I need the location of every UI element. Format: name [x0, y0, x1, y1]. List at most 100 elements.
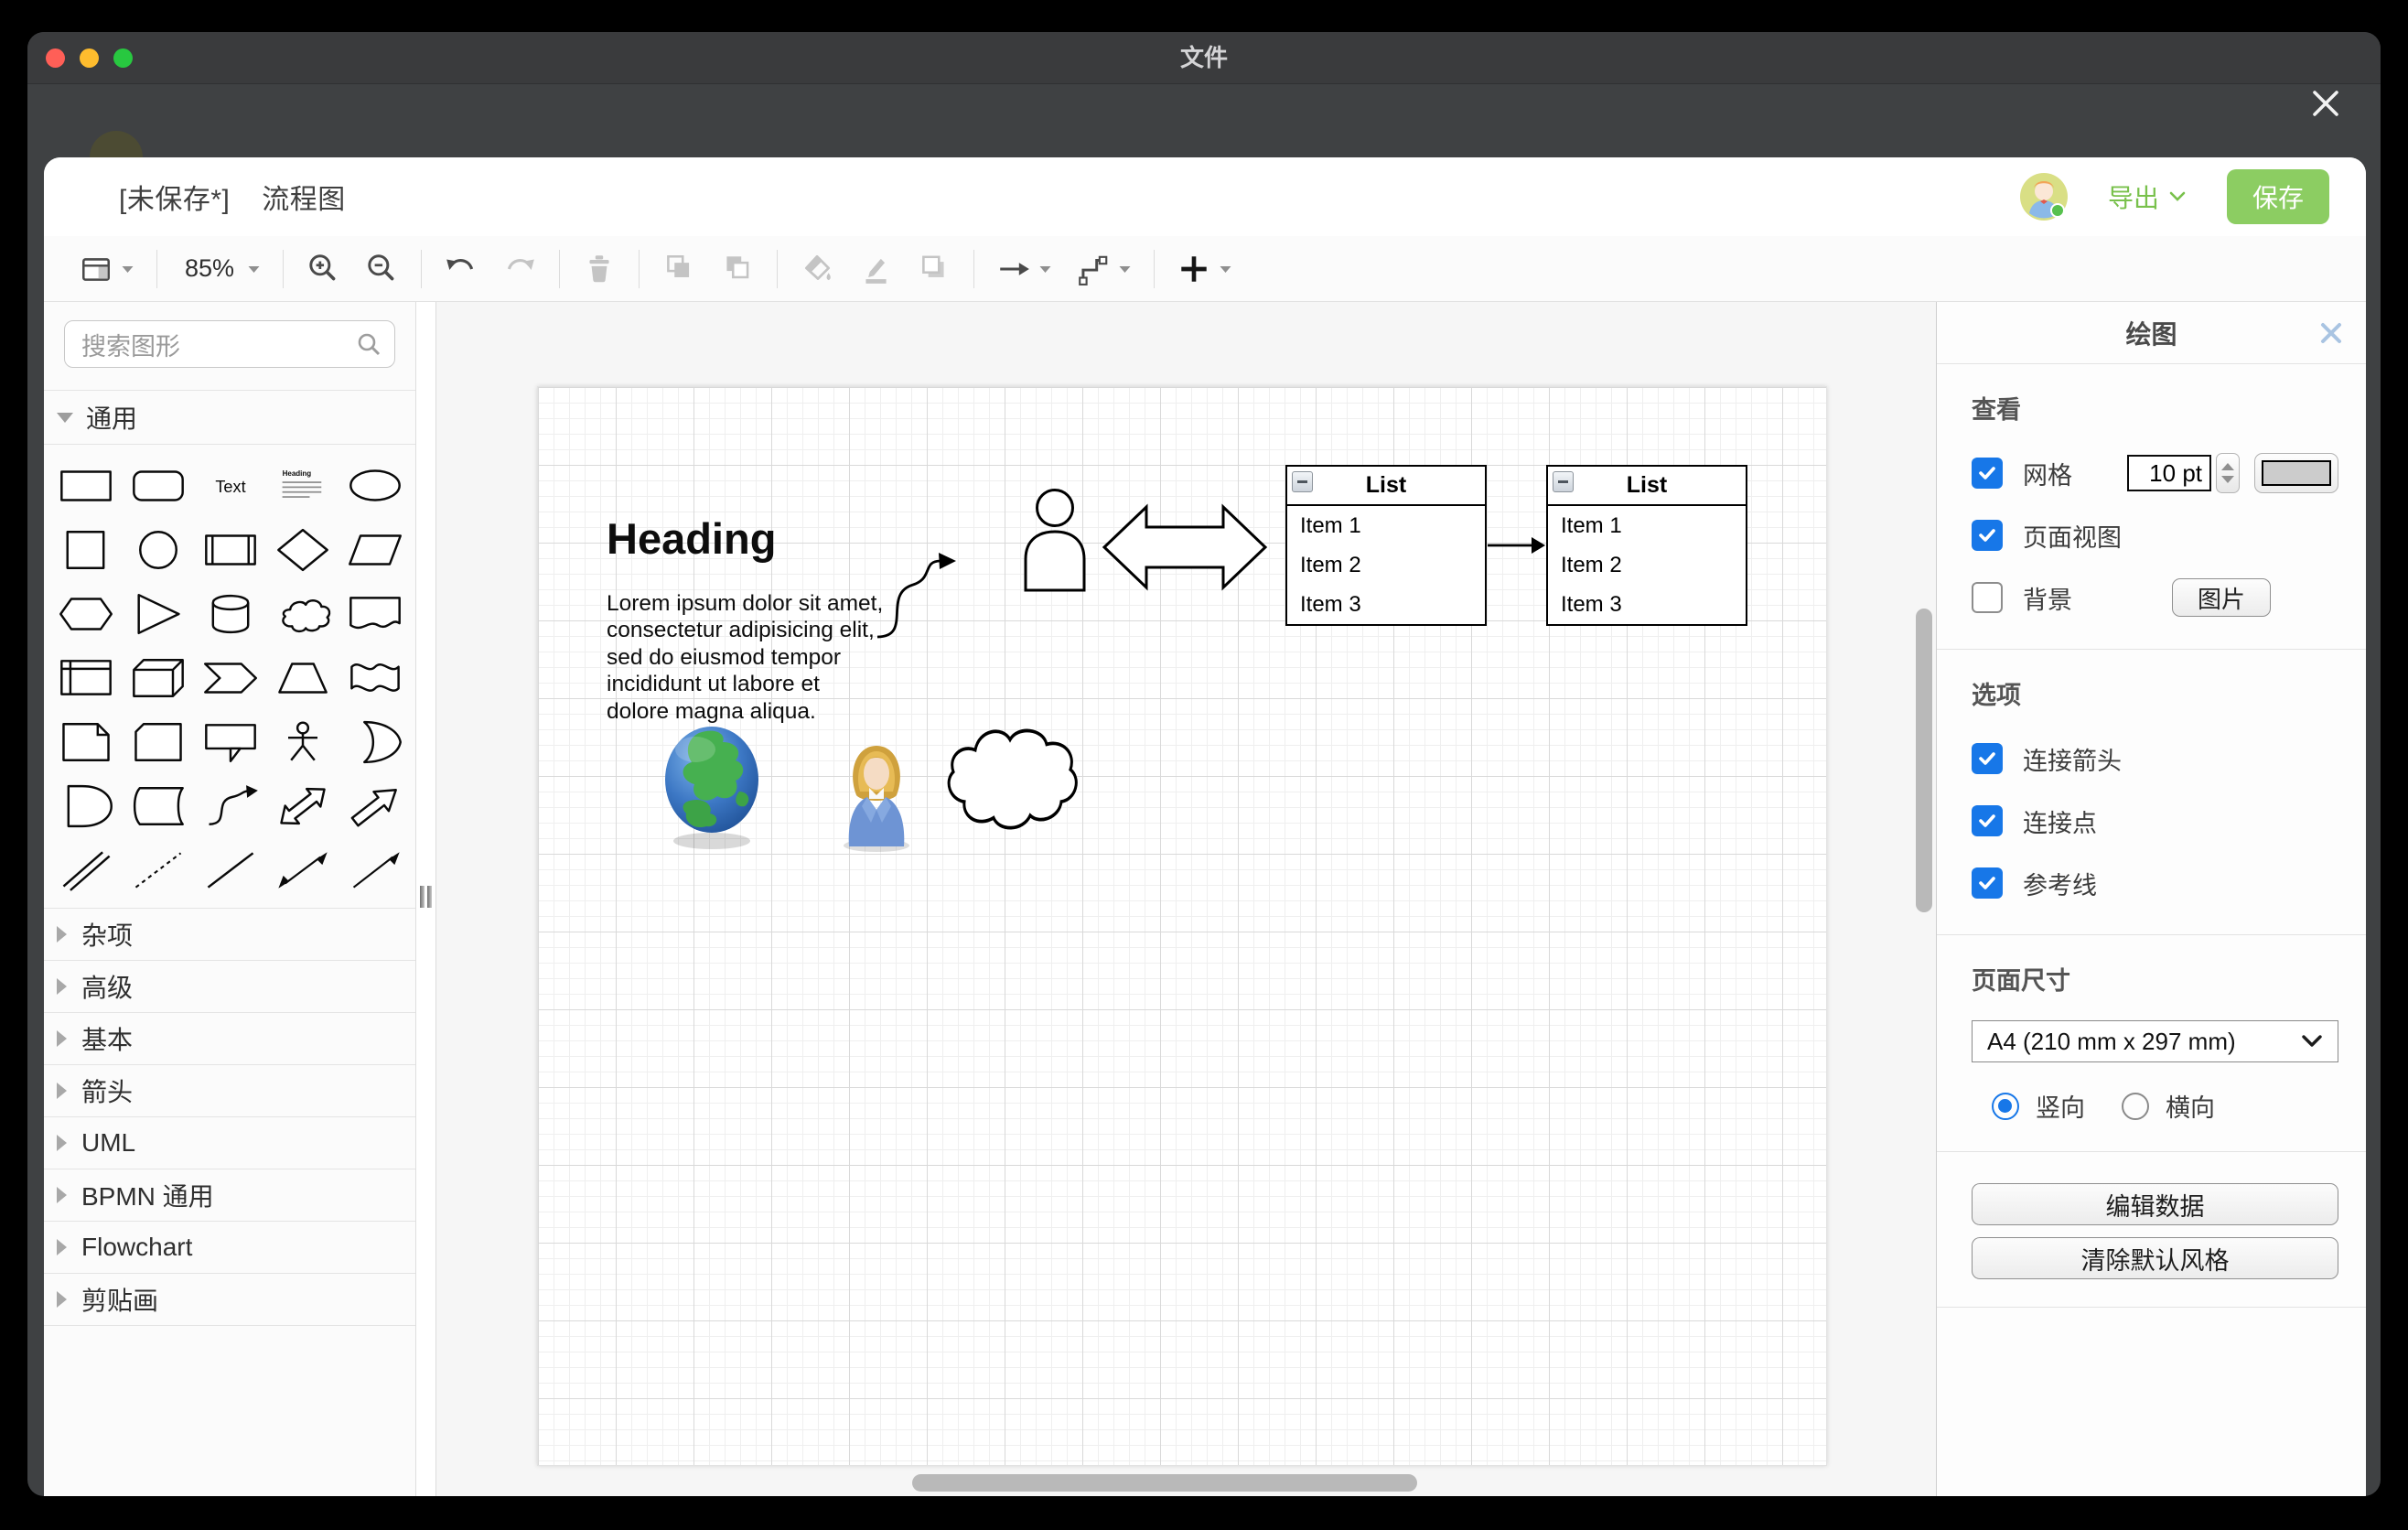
search-input[interactable]: 搜索图形 [64, 320, 395, 368]
sidebar-section-UML[interactable]: UML [44, 1116, 415, 1169]
list-shape[interactable]: ListItem 1Item 2Item 3 [1546, 465, 1747, 626]
palette-shape-diamond[interactable] [267, 522, 339, 578]
palette-shape-data-storage[interactable] [122, 778, 194, 835]
grid-size-input[interactable]: 10 pt [2127, 455, 2211, 491]
palette-shape-cube[interactable] [122, 650, 194, 706]
search-icon [356, 331, 382, 357]
clear-default-style-button[interactable]: 清除默认风格 [1972, 1237, 2338, 1279]
export-button[interactable]: 导出 [2108, 178, 2187, 215]
option-checkbox-连接点[interactable] [1972, 805, 2003, 836]
canvas-paragraph-text[interactable]: Lorem ipsum dolor sit amet, consectetur … [607, 590, 886, 725]
list-shape[interactable]: ListItem 1Item 2Item 3 [1285, 465, 1487, 626]
palette-shape-or[interactable] [339, 714, 412, 770]
palette-shape-rectangle[interactable] [49, 458, 122, 514]
palette-shape-square[interactable] [49, 522, 122, 578]
palette-shape-line[interactable] [194, 842, 266, 899]
palette-shape-and[interactable] [49, 778, 122, 835]
palette-shape-hexagon[interactable] [49, 586, 122, 642]
businesswoman-clipart[interactable] [838, 738, 915, 852]
palette-shape-triangle[interactable] [122, 586, 194, 642]
background-checkbox[interactable] [1972, 582, 2003, 613]
sidebar-collapse-handle[interactable] [420, 886, 432, 908]
collapse-minus-icon[interactable] [1292, 471, 1313, 492]
list-header[interactable]: List [1287, 467, 1485, 506]
drawing-canvas[interactable]: Heading Lorem ipsum dolor sit amet, cons… [436, 302, 1936, 1496]
save-button[interactable]: 保存 [2227, 169, 2329, 224]
palette-shape-document[interactable] [339, 586, 412, 642]
sidebar-section-Flowchart[interactable]: Flowchart [44, 1221, 415, 1273]
list-header[interactable]: List [1548, 467, 1746, 506]
option-checkbox-参考线[interactable] [1972, 867, 2003, 899]
palette-shape-step[interactable] [194, 650, 266, 706]
page-view-checkbox[interactable] [1972, 520, 2003, 551]
undo-icon[interactable] [444, 252, 478, 286]
grid-checkbox[interactable] [1972, 458, 2003, 489]
palette-shape-card[interactable] [122, 714, 194, 770]
panel-close-icon[interactable] [2318, 320, 2344, 346]
palette-shape-tape[interactable] [339, 650, 412, 706]
palette-shape-cylinder[interactable] [194, 586, 266, 642]
insert-icon[interactable] [1177, 252, 1232, 286]
sidebar-section-基本[interactable]: 基本 [44, 1012, 415, 1064]
palette-shape-rounded-rectangle[interactable] [122, 458, 194, 514]
palette-shape-actor[interactable] [267, 714, 339, 770]
list-item[interactable]: Item 2 [1548, 545, 1746, 585]
palette-shape-cloud[interactable] [267, 586, 339, 642]
zoom-in-icon[interactable] [306, 252, 340, 286]
palette-shape-bidirectional-connector[interactable] [267, 842, 339, 899]
list-item[interactable]: Item 3 [1548, 585, 1746, 624]
palette-shape-process[interactable] [194, 522, 266, 578]
sidebar-section-general[interactable]: 通用 [44, 390, 415, 445]
double-arrow-shape[interactable] [1102, 495, 1268, 599]
palette-shape-arrow[interactable] [339, 778, 412, 835]
palette-shape-link[interactable] [49, 842, 122, 899]
earth-globe-clipart[interactable] [662, 724, 761, 852]
palette-shape-directional-connector[interactable] [339, 842, 412, 899]
zoom-level-dropdown[interactable]: 85% [179, 254, 261, 283]
collapse-minus-icon[interactable] [1553, 471, 1574, 492]
palette-shape-text[interactable]: Text [194, 458, 266, 514]
grid-color-swatch[interactable] [2254, 453, 2338, 493]
zoom-out-icon[interactable] [364, 252, 399, 286]
palette-shape-note[interactable] [49, 714, 122, 770]
user-avatar[interactable] [2020, 173, 2068, 221]
horizontal-scrollbar[interactable] [912, 1474, 1417, 1492]
cloud-shape[interactable] [939, 720, 1083, 837]
grid-size-stepper[interactable] [2216, 453, 2240, 493]
canvas-heading-text[interactable]: Heading [607, 513, 776, 564]
palette-shape-trapezoid[interactable] [267, 650, 339, 706]
vertical-scrollbar[interactable] [1916, 609, 1932, 912]
list-item[interactable]: Item 1 [1287, 506, 1485, 545]
connector-arrow[interactable] [1488, 533, 1546, 557]
palette-shape-textbox[interactable]: Heading [267, 458, 339, 514]
view-icon[interactable] [79, 252, 134, 286]
palette-shape-bidirectional-arrow[interactable] [267, 778, 339, 835]
palette-shape-internal-storage[interactable] [49, 650, 122, 706]
sidebar-section-杂项[interactable]: 杂项 [44, 908, 415, 960]
sidebar-section-剪贴画[interactable]: 剪贴画 [44, 1273, 415, 1325]
sidebar-section-高级[interactable]: 高级 [44, 960, 415, 1012]
palette-shape-circle[interactable] [122, 522, 194, 578]
person-shape[interactable] [1021, 488, 1089, 592]
palette-shape-curve[interactable] [194, 778, 266, 835]
list-item[interactable]: Item 2 [1287, 545, 1485, 585]
sidebar-section-BPMN 通用[interactable]: BPMN 通用 [44, 1169, 415, 1221]
palette-shape-callout[interactable] [194, 714, 266, 770]
palette-shape-dashed-line[interactable] [122, 842, 194, 899]
palette-shape-parallelogram[interactable] [339, 522, 412, 578]
overlay-close-icon[interactable] [2307, 85, 2344, 122]
connection-icon[interactable] [1076, 252, 1132, 286]
list-item[interactable]: Item 3 [1287, 585, 1485, 624]
option-checkbox-连接箭头[interactable] [1972, 743, 2003, 774]
curved-arrow-shape[interactable] [875, 548, 957, 641]
waypoints-icon[interactable] [996, 252, 1052, 286]
sidebar-section-箭头[interactable]: 箭头 [44, 1064, 415, 1116]
palette-shape-ellipse[interactable] [339, 458, 412, 514]
portrait-radio[interactable] [1992, 1093, 2019, 1120]
page-size-select[interactable]: A4 (210 mm x 297 mm) [1972, 1020, 2338, 1062]
background-image-button[interactable]: 图片 [2172, 578, 2271, 617]
list-item[interactable]: Item 1 [1548, 506, 1746, 545]
edit-data-button[interactable]: 编辑数据 [1972, 1183, 2338, 1225]
landscape-radio[interactable] [2122, 1093, 2149, 1120]
page[interactable]: Heading Lorem ipsum dolor sit amet, cons… [537, 386, 1827, 1466]
